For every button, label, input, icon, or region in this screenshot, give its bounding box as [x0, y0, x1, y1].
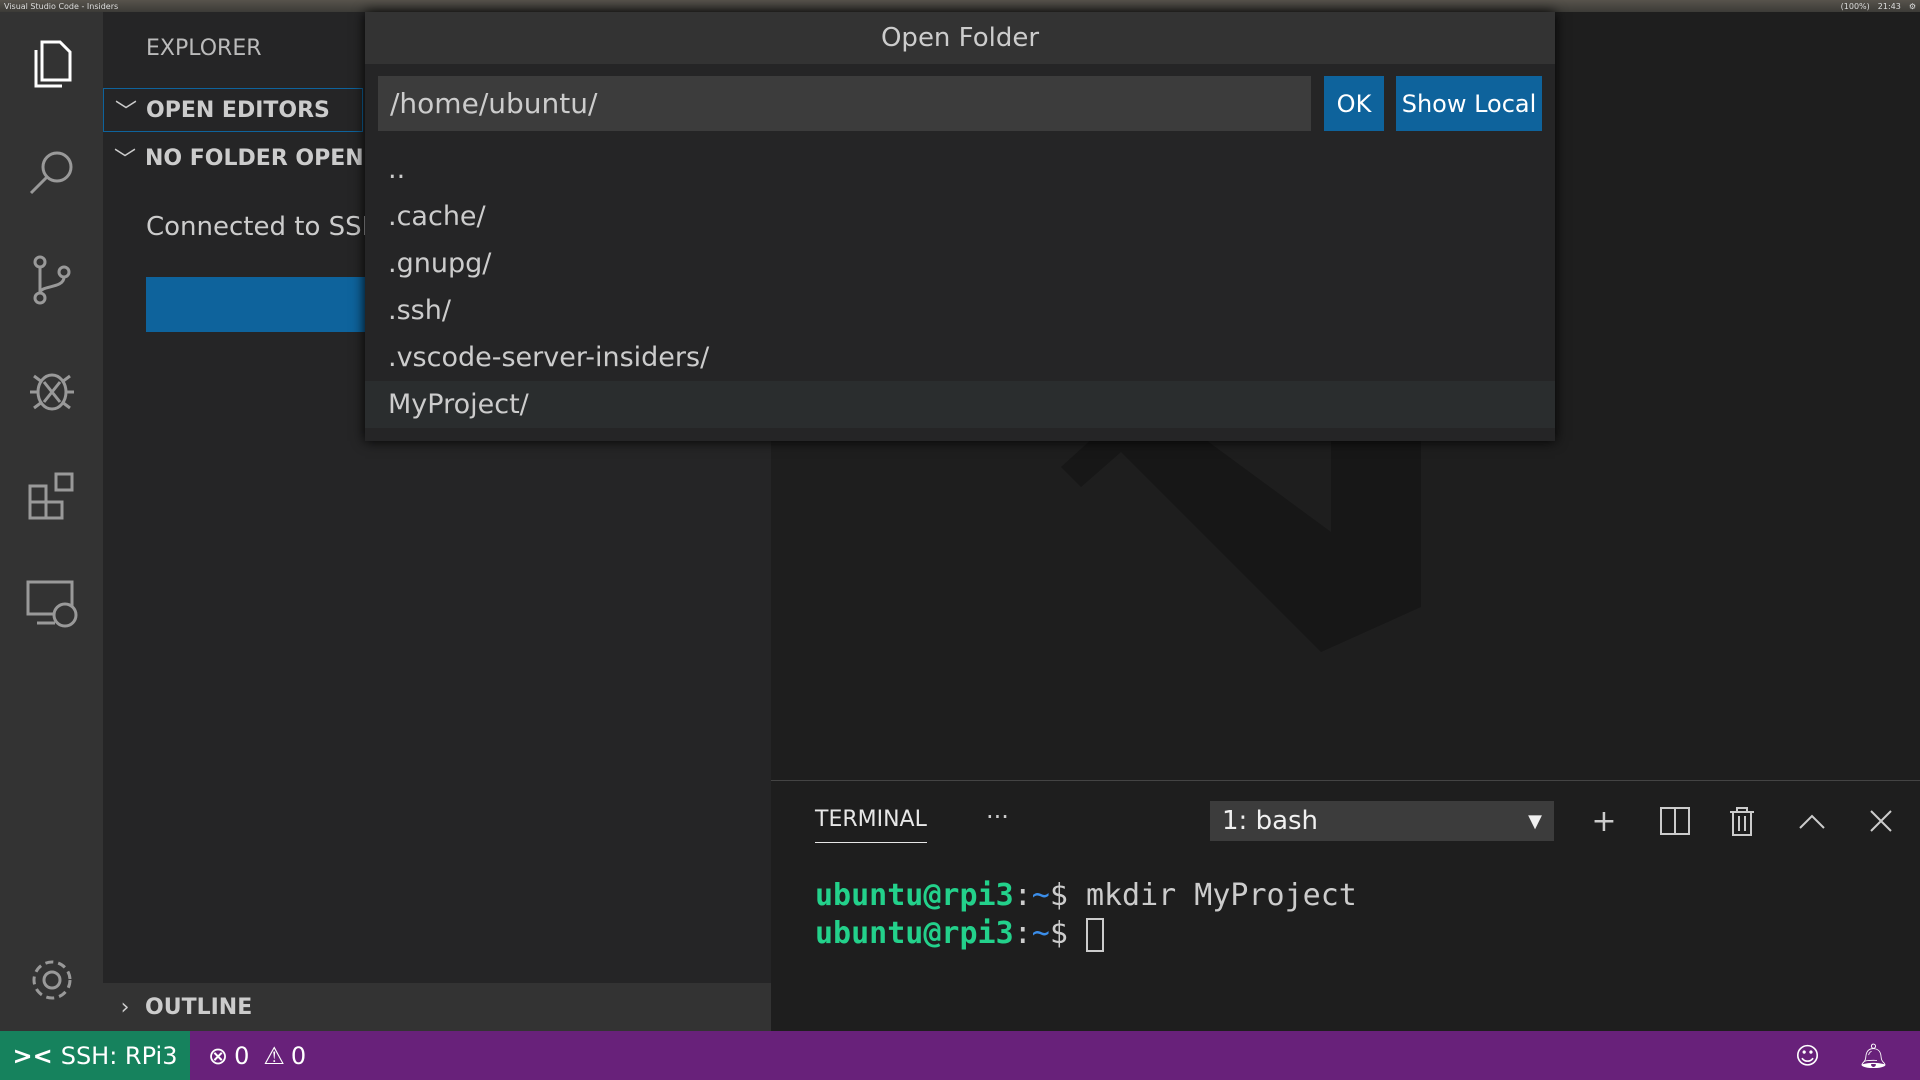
terminal-select[interactable]: 1: bash ▼	[1210, 801, 1554, 841]
dialog-title: Open Folder	[365, 12, 1555, 64]
terminal-line: ubuntu@rpi3:~$ mkdir MyProject	[815, 878, 1357, 913]
terminal-output[interactable]: ubuntu@rpi3:~$ mkdir MyProject ubuntu@rpi…	[815, 877, 1357, 953]
list-item[interactable]: .vscode-server-insiders/	[365, 334, 1555, 381]
list-item[interactable]: ..	[365, 146, 1555, 193]
tab-terminal[interactable]: TERMINAL	[815, 807, 927, 843]
error-icon: ⊗	[208, 1041, 229, 1070]
gear-icon[interactable]: ⚙	[1909, 2, 1916, 11]
debug-icon[interactable]	[24, 360, 80, 416]
sidebar-title: EXPLORER	[146, 36, 262, 61]
plus-icon[interactable]: +	[1584, 801, 1624, 841]
explorer-icon[interactable]	[24, 36, 80, 92]
remote-indicator[interactable]: >< SSH: RPi3	[0, 1031, 190, 1080]
folder-list: .. .cache/ .gnupg/ .ssh/ .vscode-server-…	[365, 146, 1555, 428]
section-label: NO FOLDER OPENED	[145, 145, 397, 171]
window-title: Visual Studio Code - Insiders	[4, 1, 119, 11]
close-icon[interactable]	[1861, 801, 1901, 841]
problems-indicator[interactable]: ⊗ 0 ⚠ 0	[208, 1042, 306, 1070]
dropdown-arrow-icon: ▼	[1528, 810, 1542, 832]
prompt-user: ubuntu@rpi3	[815, 916, 1014, 951]
open-folder-dialog: Open Folder OK Show Local .. .cache/ .gn…	[365, 12, 1555, 441]
feedback-smiley-icon[interactable]: ☺	[1795, 1042, 1820, 1070]
search-icon[interactable]	[24, 144, 80, 200]
outline-section[interactable]: › OUTLINE	[103, 983, 771, 1031]
terminal-cursor	[1085, 917, 1104, 952]
notification-bell-icon[interactable]: 🔔︎	[1858, 1042, 1888, 1070]
prompt-path: ~	[1031, 916, 1050, 951]
connected-message: Connected to SSH	[146, 212, 382, 242]
chevron-right-icon: ›	[120, 994, 130, 1020]
section-label: OPEN EDITORS	[146, 97, 330, 123]
open-editors-section[interactable]: ﹀ OPEN EDITORS	[103, 88, 363, 132]
warning-icon: ⚠	[263, 1041, 285, 1070]
list-item[interactable]: .cache/	[365, 193, 1555, 240]
trash-icon[interactable]	[1722, 801, 1762, 841]
error-count: 0	[234, 1041, 250, 1070]
remote-icon: ><	[12, 1041, 53, 1070]
section-label: OUTLINE	[145, 994, 253, 1020]
system-top-bar: Visual Studio Code - Insiders (100%) 21:…	[0, 0, 1920, 12]
chevron-up-icon[interactable]	[1792, 801, 1832, 841]
more-actions-icon[interactable]: ···	[986, 803, 1009, 831]
terminal-panel: TERMINAL ··· 1: bash ▼ + ubuntu@rpi3:~$ m…	[771, 780, 1920, 1031]
show-local-button[interactable]: Show Local	[1396, 76, 1542, 131]
command-text: mkdir MyProject	[1085, 878, 1357, 913]
warning-count: 0	[290, 1041, 307, 1070]
system-tray: (100%) 21:43 ⚙	[1841, 2, 1916, 11]
list-item[interactable]: .gnupg/	[365, 240, 1555, 287]
chevron-down-icon: ﹀	[114, 100, 137, 125]
activity-bar	[0, 12, 103, 1031]
list-item[interactable]: .ssh/	[365, 287, 1555, 334]
split-terminal-icon[interactable]	[1655, 801, 1695, 841]
remote-explorer-icon[interactable]	[24, 576, 80, 632]
list-item-selected[interactable]: MyProject/	[365, 381, 1555, 428]
clock[interactable]: 21:43	[1878, 2, 1901, 11]
status-bar: >< SSH: RPi3 ⊗ 0 ⚠ 0 ☺ 🔔︎	[0, 1031, 1920, 1080]
ok-button[interactable]: OK	[1324, 76, 1384, 131]
folder-path-input[interactable]	[378, 76, 1311, 131]
source-control-icon[interactable]	[24, 252, 80, 308]
terminal-line: ubuntu@rpi3:~$	[815, 915, 1357, 953]
chevron-down-icon: ﹀	[113, 148, 136, 173]
prompt-path: ~	[1031, 878, 1050, 913]
battery-text: (100%)	[1840, 1, 1870, 11]
terminal-select-value: 1: bash	[1222, 806, 1319, 836]
remote-label: SSH: RPi3	[60, 1041, 178, 1070]
prompt-user: ubuntu@rpi3	[815, 878, 1014, 913]
extensions-icon[interactable]	[24, 468, 80, 524]
gear-icon[interactable]	[24, 952, 80, 1008]
